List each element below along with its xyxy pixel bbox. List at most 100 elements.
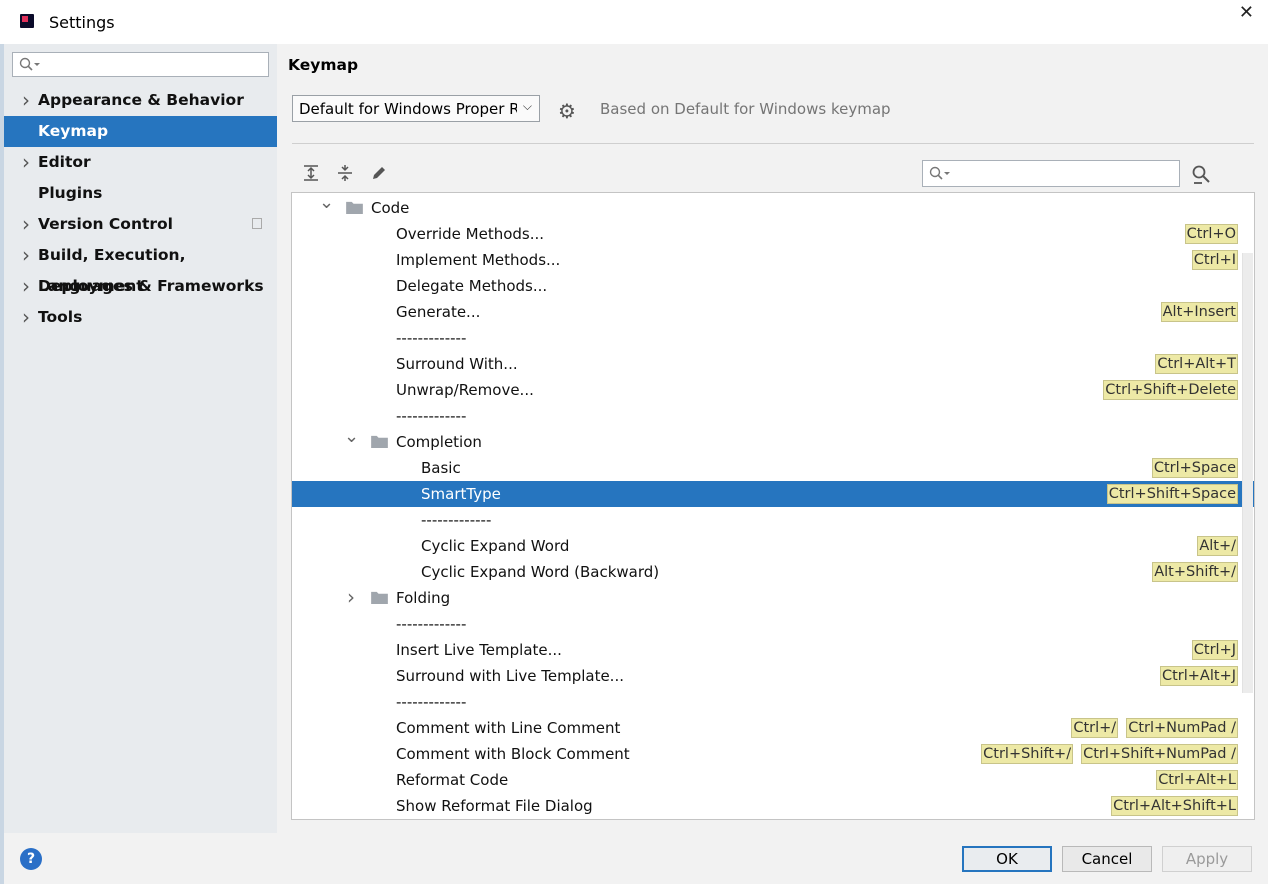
sidebar-item-label: Tools xyxy=(38,308,83,326)
folder-icon xyxy=(371,591,388,604)
tree-item-label: Reformat Code xyxy=(396,771,509,789)
collapse-all-icon[interactable] xyxy=(335,164,355,184)
tree-folder-row[interactable]: ⌄ Completion xyxy=(292,426,1254,455)
chevron-down-icon[interactable]: ⌄ xyxy=(319,193,334,216)
shortcut-badge: Ctrl+Shift+Space xyxy=(1106,484,1238,504)
find-by-shortcut-icon[interactable] xyxy=(1190,164,1212,186)
shortcut-list: Alt+Shift+/ xyxy=(1152,562,1238,582)
tree-item-label: Completion xyxy=(396,433,482,451)
tree-item-label: Override Methods... xyxy=(396,225,545,243)
separator-label: ------------- xyxy=(396,329,467,347)
shortcut-list: Alt+/ xyxy=(1197,536,1238,556)
shortcut-badge: Alt+/ xyxy=(1197,536,1238,556)
sidebar-item-languages-frameworks[interactable]: › Languages & Frameworks xyxy=(4,271,277,302)
tree-item-label: Basic xyxy=(421,459,461,477)
tree-action-row[interactable]: Surround with Live Template... Ctrl+Alt+J xyxy=(292,663,1254,689)
tree-item-label: Comment with Line Comment xyxy=(396,719,621,737)
tree-action-row[interactable]: Cyclic Expand Word Alt+/ xyxy=(292,533,1254,559)
apply-button[interactable]: Apply xyxy=(1162,846,1252,872)
chevron-right-icon[interactable]: › xyxy=(22,85,30,116)
chevron-down-icon[interactable]: ⌄ xyxy=(344,424,359,450)
tree-action-row[interactable]: Insert Live Template... Ctrl+J xyxy=(292,637,1254,663)
shortcut-badge: Alt+Shift+/ xyxy=(1152,562,1238,582)
tree-item-label: Code xyxy=(371,199,410,217)
tree-item-label: Unwrap/Remove... xyxy=(396,381,534,399)
chevron-right-icon[interactable]: › xyxy=(22,302,30,333)
title-bar: Settings ✕ xyxy=(0,0,1268,44)
tree-action-row[interactable]: Surround With... Ctrl+Alt+T xyxy=(292,351,1254,377)
sidebar-item-build-execution-deployment[interactable]: › Build, Execution, Deployment xyxy=(4,240,277,295)
tree-item-label: SmartType xyxy=(421,485,501,503)
sidebar-item-keymap[interactable]: Keymap xyxy=(4,116,277,147)
tree-separator[interactable]: ------------- xyxy=(292,403,1254,429)
tree-action-row[interactable]: Unwrap/Remove... Ctrl+Shift+Delete xyxy=(292,377,1254,403)
shortcut-list: Ctrl+Alt+T xyxy=(1155,354,1238,374)
tree-action-row[interactable]: Generate... Alt+Insert xyxy=(292,299,1254,325)
tree-separator[interactable]: ------------- xyxy=(292,325,1254,351)
keymap-select[interactable]: Default for Windows Proper Re ⌵ xyxy=(292,95,540,122)
pencil-icon[interactable] xyxy=(369,164,389,184)
chevron-right-icon[interactable]: › xyxy=(22,271,30,302)
help-icon[interactable]: ? xyxy=(20,848,42,870)
shortcut-list: Ctrl+Space xyxy=(1151,458,1238,478)
tree-action-row[interactable]: SmartType Ctrl+Shift+Space xyxy=(292,481,1254,507)
tree-action-row[interactable]: Comment with Block Comment Ctrl+Shift+/Ct… xyxy=(292,741,1254,767)
keymap-tree[interactable]: ⌄ Code Override Methods... Ctrl+O Implement … xyxy=(291,192,1255,820)
shortcut-badge: Ctrl+/ xyxy=(1071,718,1119,738)
sidebar-item-version-control[interactable]: › Version Control xyxy=(4,209,277,240)
gear-icon[interactable]: ⚙ xyxy=(558,99,576,123)
tree-action-row[interactable]: Comment with Line Comment Ctrl+/ Ctrl+NumP… xyxy=(292,715,1254,741)
shortcut-badge: Ctrl+Space xyxy=(1151,458,1238,478)
tree-action-row[interactable]: Basic Ctrl+Space xyxy=(292,455,1254,481)
settings-sidebar: › Appearance & Behavior Keymap › Editor Plugi… xyxy=(4,44,277,833)
sidebar-item-tools[interactable]: › Tools xyxy=(4,302,277,333)
tree-action-row[interactable]: Delegate Methods... xyxy=(292,273,1254,299)
shortcut-list: Ctrl+Alt+Shift+L xyxy=(1111,796,1238,816)
based-on-label: Based on Default for Windows keymap xyxy=(600,100,891,118)
shortcut-list: Alt+Insert xyxy=(1160,302,1238,322)
search-icon xyxy=(19,57,40,71)
tree-item-label: Generate... xyxy=(396,303,481,321)
ok-button[interactable]: OK xyxy=(962,846,1052,872)
tree-scrollbar[interactable] xyxy=(1242,253,1253,693)
tree-folder-row[interactable]: ⌄ Code xyxy=(292,193,1254,221)
sidebar-search-input[interactable] xyxy=(12,52,269,77)
sidebar-item-editor[interactable]: › Editor xyxy=(4,147,277,178)
separator-label: ------------- xyxy=(396,693,467,711)
shortcut-list: Ctrl+Alt+L xyxy=(1156,770,1238,790)
tree-action-row[interactable]: Cyclic Expand Word (Backward) Alt+Shift+/ xyxy=(292,559,1254,585)
shortcut-list: Ctrl+I xyxy=(1191,250,1238,270)
sidebar-item-plugins[interactable]: Plugins xyxy=(4,178,277,209)
chevron-right-icon[interactable]: › xyxy=(22,209,30,240)
separator-label: ------------- xyxy=(396,615,467,633)
tree-separator[interactable]: ------------- xyxy=(292,689,1254,715)
shortcut-list: Ctrl+Shift+Delete xyxy=(1103,380,1238,400)
tree-item-label: Delegate Methods... xyxy=(396,277,548,295)
divider xyxy=(292,143,1254,144)
tree-search-input[interactable] xyxy=(922,160,1180,187)
shortcut-badge: Ctrl+Alt+L xyxy=(1156,770,1238,790)
sidebar-item-label: Version Control xyxy=(38,215,173,233)
shortcut-badge: Ctrl+Alt+Shift+L xyxy=(1111,796,1238,816)
expand-all-icon[interactable] xyxy=(301,164,321,184)
sidebar-item-appearance-behavior[interactable]: › Appearance & Behavior xyxy=(4,85,277,116)
tree-separator[interactable]: ------------- xyxy=(292,611,1254,637)
tree-action-row[interactable]: Reformat Code Ctrl+Alt+L xyxy=(292,767,1254,793)
tree-action-row[interactable]: Override Methods... Ctrl+O xyxy=(292,221,1254,247)
cancel-button[interactable]: Cancel xyxy=(1062,846,1152,872)
tree-item-label: Cyclic Expand Word (Backward) xyxy=(421,563,660,581)
close-icon[interactable]: ✕ xyxy=(1239,2,1254,23)
sidebar-item-label: Editor xyxy=(38,153,91,171)
tree-action-row[interactable]: Implement Methods... Ctrl+I xyxy=(292,247,1254,273)
shortcut-list: Ctrl+Alt+J xyxy=(1159,666,1238,686)
tree-item-label: Surround with Live Template... xyxy=(396,667,624,685)
tree-item-label: Comment with Block Comment xyxy=(396,745,630,763)
chevron-right-icon[interactable]: › xyxy=(344,584,358,610)
tree-separator[interactable]: ------------- xyxy=(292,507,1254,533)
tree-folder-row[interactable]: › Folding xyxy=(292,585,1254,611)
shortcut-badge: Ctrl+NumPad / xyxy=(1126,718,1238,738)
chevron-right-icon[interactable]: › xyxy=(22,240,30,271)
shortcut-list: Ctrl+Shift+/ Ctrl+Shift+NumPad / xyxy=(981,744,1238,764)
tree-action-row[interactable]: Show Reformat File Dialog Ctrl+Alt+Shift+… xyxy=(292,793,1254,819)
chevron-right-icon[interactable]: › xyxy=(22,147,30,178)
